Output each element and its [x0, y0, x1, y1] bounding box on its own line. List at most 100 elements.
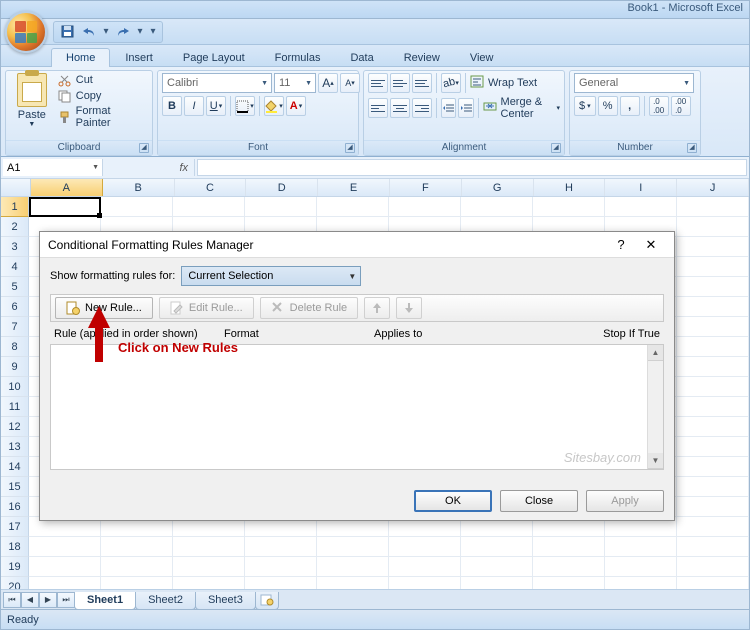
tab-view[interactable]: View	[455, 48, 509, 67]
col-header-d[interactable]: D	[246, 179, 318, 196]
name-box[interactable]: A1▼	[3, 159, 103, 176]
alignment-launcher[interactable]: ◢	[551, 143, 561, 153]
sheet-tab-2[interactable]: Sheet2	[135, 592, 196, 610]
row-header-14[interactable]: 14	[1, 457, 29, 477]
tab-review[interactable]: Review	[389, 48, 455, 67]
undo-icon[interactable]	[80, 23, 98, 41]
apply-button[interactable]: Apply	[586, 490, 664, 512]
number-format-combo[interactable]: General▼	[574, 73, 694, 93]
italic-button[interactable]: I	[184, 96, 204, 116]
col-header-f[interactable]: F	[390, 179, 462, 196]
row-header-3[interactable]: 3	[1, 237, 29, 257]
formula-input[interactable]	[197, 159, 747, 176]
row-header-1[interactable]: 1	[1, 197, 29, 217]
col-header-e[interactable]: E	[318, 179, 390, 196]
scroll-up-icon[interactable]: ▲	[648, 345, 663, 361]
sheet-nav-prev[interactable]: ◀	[21, 592, 39, 608]
font-family-combo[interactable]: Calibri▼	[162, 73, 272, 93]
comma-button[interactable]: ,	[620, 96, 640, 116]
copy-button[interactable]: Copy	[58, 89, 148, 103]
col-header-h[interactable]: H	[534, 179, 606, 196]
row-header-15[interactable]: 15	[1, 477, 29, 497]
align-right-button[interactable]	[412, 98, 432, 118]
edit-rule-button[interactable]: Edit Rule...	[159, 297, 254, 319]
row-header-19[interactable]: 19	[1, 557, 29, 577]
row-header-8[interactable]: 8	[1, 337, 29, 357]
font-color-button[interactable]: A▾	[286, 96, 306, 116]
accounting-format-button[interactable]: $▾	[574, 96, 596, 116]
increase-decimal-button[interactable]: .0.00	[649, 96, 669, 116]
align-center-button[interactable]	[390, 98, 410, 118]
row-header-4[interactable]: 4	[1, 257, 29, 277]
dialog-titlebar[interactable]: Conditional Formatting Rules Manager ? ✕	[40, 232, 674, 258]
cut-button[interactable]: Cut	[58, 73, 148, 87]
qat-customize-icon[interactable]: ▾	[148, 23, 158, 41]
font-size-combo[interactable]: 11▼	[274, 73, 316, 93]
font-launcher[interactable]: ◢	[345, 143, 355, 153]
show-rules-dropdown[interactable]: Current Selection ▼	[181, 266, 361, 286]
scroll-down-icon[interactable]: ▼	[648, 453, 663, 469]
row-header-5[interactable]: 5	[1, 277, 29, 297]
border-button[interactable]: ▾	[235, 96, 255, 116]
col-header-a[interactable]: A	[31, 179, 103, 196]
row-header-6[interactable]: 6	[1, 297, 29, 317]
decrease-indent-button[interactable]	[441, 98, 457, 118]
underline-button[interactable]: U▾	[206, 96, 226, 116]
save-icon[interactable]	[58, 23, 76, 41]
active-cell-a1[interactable]	[29, 197, 101, 217]
col-header-g[interactable]: G	[462, 179, 534, 196]
row-header-13[interactable]: 13	[1, 437, 29, 457]
tab-formulas[interactable]: Formulas	[260, 48, 336, 67]
format-painter-button[interactable]: Format Painter	[58, 105, 148, 129]
increase-indent-button[interactable]	[458, 98, 474, 118]
sheet-nav-first[interactable]: ⏮	[3, 592, 21, 608]
fx-label[interactable]: fx	[105, 159, 195, 176]
wrap-text-button[interactable]: Wrap Text	[470, 75, 537, 91]
align-middle-button[interactable]	[390, 73, 410, 93]
col-header-j[interactable]: J	[677, 179, 749, 196]
redo-icon[interactable]	[114, 23, 132, 41]
shrink-font-button[interactable]: A▾	[340, 73, 360, 93]
clipboard-launcher[interactable]: ◢	[139, 143, 149, 153]
delete-rule-button[interactable]: Delete Rule	[260, 297, 358, 319]
tab-page-layout[interactable]: Page Layout	[168, 48, 260, 67]
align-top-button[interactable]	[368, 73, 388, 93]
row-header-18[interactable]: 18	[1, 537, 29, 557]
number-launcher[interactable]: ◢	[687, 143, 697, 153]
sheet-tab-3[interactable]: Sheet3	[195, 592, 256, 610]
undo-dropdown-icon[interactable]: ▾	[102, 23, 110, 41]
sheet-nav-next[interactable]: ▶	[39, 592, 57, 608]
paste-button[interactable]: Paste ▼	[10, 73, 54, 128]
decrease-decimal-button[interactable]: .00.0	[671, 96, 691, 116]
orientation-button[interactable]: ab▾	[441, 73, 461, 93]
close-button[interactable]: Close	[500, 490, 578, 512]
redo-dropdown-icon[interactable]: ▾	[136, 23, 144, 41]
align-bottom-button[interactable]	[412, 73, 432, 93]
move-down-button[interactable]	[396, 297, 422, 319]
help-button[interactable]: ?	[606, 235, 636, 255]
row-header-2[interactable]: 2	[1, 217, 29, 237]
row-header-11[interactable]: 11	[1, 397, 29, 417]
close-icon[interactable]: ✕	[636, 235, 666, 255]
grow-font-button[interactable]: A▴	[318, 73, 338, 93]
row-header-7[interactable]: 7	[1, 317, 29, 337]
fill-color-button[interactable]: ▾	[264, 96, 284, 116]
move-up-button[interactable]	[364, 297, 390, 319]
percent-button[interactable]: %	[598, 96, 618, 116]
office-button[interactable]	[5, 11, 47, 53]
col-header-i[interactable]: I	[605, 179, 677, 196]
row-header-12[interactable]: 12	[1, 417, 29, 437]
col-header-c[interactable]: C	[175, 179, 247, 196]
bold-button[interactable]: B	[162, 96, 182, 116]
insert-sheet-button[interactable]	[255, 592, 279, 610]
sheet-nav-last[interactable]: ⏭	[57, 592, 75, 608]
row-header-9[interactable]: 9	[1, 357, 29, 377]
tab-insert[interactable]: Insert	[110, 48, 168, 67]
align-left-button[interactable]	[368, 98, 388, 118]
merge-center-button[interactable]: Merge & Center ▾	[483, 96, 560, 120]
select-all-corner[interactable]	[1, 179, 31, 196]
tab-home[interactable]: Home	[51, 48, 110, 67]
rules-listbox[interactable]: ▲ ▼ Sitesbay.com	[50, 344, 664, 470]
row-header-10[interactable]: 10	[1, 377, 29, 397]
sheet-tab-1[interactable]: Sheet1	[74, 592, 136, 610]
